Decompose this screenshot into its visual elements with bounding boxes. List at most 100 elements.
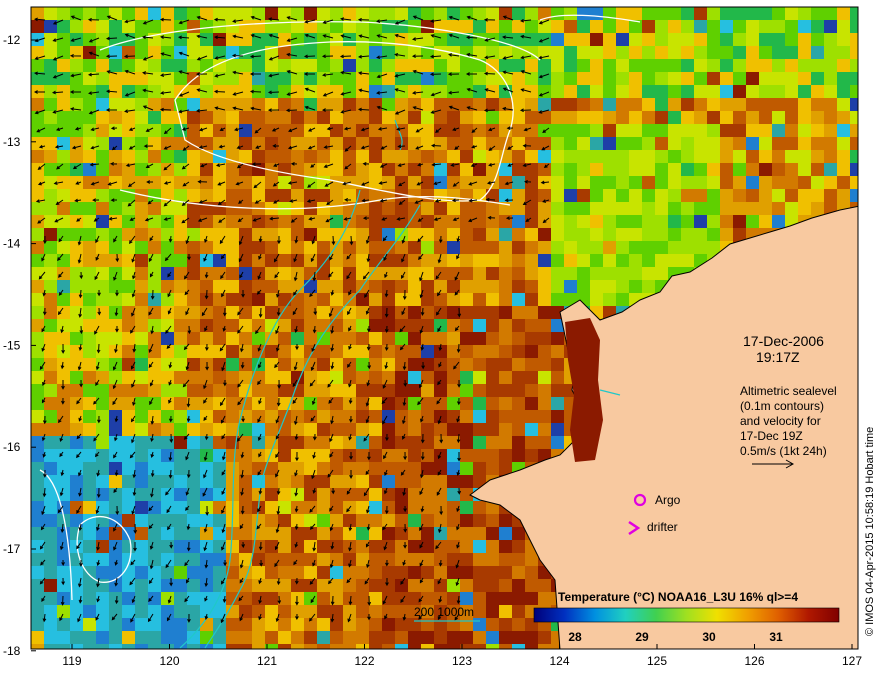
temperature-pixel: [44, 150, 58, 164]
temperature-pixel: [460, 579, 474, 593]
temperature-pixel: [707, 163, 721, 177]
temperature-pixel: [590, 46, 604, 60]
temperature-pixel: [83, 215, 97, 229]
temperature-pixel: [564, 215, 578, 229]
temperature-pixel: [473, 228, 487, 242]
temperature-pixel: [837, 163, 851, 177]
temperature-pixel: [538, 371, 552, 385]
temperature-pixel: [850, 176, 858, 190]
temperature-pixel: [551, 358, 565, 372]
temperature-pixel: [577, 202, 591, 216]
temperature-pixel: [57, 475, 71, 489]
temperature-pixel: [512, 436, 526, 450]
temperature-pixel: [434, 527, 448, 541]
temperature-pixel: [421, 618, 435, 632]
temperature-pixel: [122, 319, 136, 333]
temperature-pixel: [187, 293, 201, 307]
temperature-pixel: [447, 488, 461, 502]
temperature-pixel: [174, 501, 188, 515]
temperature-pixel: [317, 111, 331, 125]
temperature-pixel: [824, 98, 838, 112]
temperature-pixel: [473, 566, 487, 580]
temperature-pixel: [512, 397, 526, 411]
temperature-pixel: [460, 163, 474, 177]
temperature-pixel: [291, 566, 305, 580]
temperature-pixel: [395, 72, 409, 86]
temperature-pixel: [434, 202, 448, 216]
temperature-pixel: [239, 514, 253, 528]
temperature-pixel: [148, 475, 162, 489]
temperature-pixel: [70, 332, 84, 346]
temperature-pixel: [200, 111, 214, 125]
temperature-pixel: [473, 384, 487, 398]
temperature-pixel: [369, 319, 383, 333]
temperature-pixel: [733, 33, 747, 47]
temperature-pixel: [304, 332, 318, 346]
temperature-pixel: [785, 46, 799, 60]
temperature-pixel: [525, 553, 539, 567]
temperature-pixel: [70, 618, 84, 632]
temperature-pixel: [447, 527, 461, 541]
temperature-pixel: [694, 20, 708, 34]
temperature-pixel: [252, 215, 266, 229]
temperature-pixel: [395, 514, 409, 528]
temperature-pixel: [447, 319, 461, 333]
temperature-pixel: [70, 150, 84, 164]
temperature-pixel: [31, 280, 45, 294]
temperature-pixel: [83, 449, 97, 463]
temperature-pixel: [551, 59, 565, 73]
temperature-pixel: [525, 306, 539, 320]
temperature-pixel: [31, 215, 45, 229]
temperature-pixel: [265, 280, 279, 294]
temperature-pixel: [460, 462, 474, 476]
temperature-pixel: [421, 579, 435, 593]
temperature-pixel: [226, 332, 240, 346]
temperature-pixel: [733, 111, 747, 125]
temperature-pixel: [369, 215, 383, 229]
temperature-pixel: [525, 20, 539, 34]
temperature-pixel: [135, 215, 149, 229]
temperature-pixel: [109, 150, 123, 164]
temperature-pixel: [291, 644, 305, 649]
temperature-pixel: [512, 644, 526, 649]
temperature-pixel: [681, 189, 695, 203]
temperature-pixel: [525, 436, 539, 450]
temperature-pixel: [668, 46, 682, 60]
temperature-pixel: [57, 631, 71, 645]
temperature-pixel: [551, 228, 565, 242]
temperature-pixel: [174, 397, 188, 411]
temperature-pixel: [759, 111, 773, 125]
temperature-pixel: [603, 228, 617, 242]
temperature-pixel: [460, 618, 474, 632]
temperature-pixel: [629, 280, 643, 294]
temperature-pixel: [122, 98, 136, 112]
temperature-pixel: [44, 579, 58, 593]
temperature-pixel: [759, 163, 773, 177]
temperature-pixel: [655, 228, 669, 242]
temperature-pixel: [317, 163, 331, 177]
temperature-pixel: [629, 72, 643, 86]
temperature-pixel: [603, 215, 617, 229]
temperature-pixel: [577, 189, 591, 203]
temperature-pixel: [226, 72, 240, 86]
temperature-pixel: [486, 423, 500, 437]
temperature-pixel: [343, 241, 357, 255]
temperature-pixel: [109, 46, 123, 60]
temperature-pixel: [265, 371, 279, 385]
temperature-pixel: [473, 202, 487, 216]
temperature-pixel: [148, 189, 162, 203]
temperature-pixel: [486, 98, 500, 112]
temperature-pixel: [369, 371, 383, 385]
temperature-pixel: [31, 462, 45, 476]
temperature-pixel: [525, 449, 539, 463]
temperature-pixel: [447, 215, 461, 229]
temperature-pixel: [291, 137, 305, 151]
temperature-pixel: [161, 163, 175, 177]
temperature-pixel: [499, 579, 513, 593]
temperature-pixel: [473, 371, 487, 385]
temperature-pixel: [460, 293, 474, 307]
temperature-pixel: [278, 7, 292, 21]
temperature-pixel: [564, 241, 578, 255]
temperature-pixel: [460, 137, 474, 151]
temperature-pixel: [421, 475, 435, 489]
